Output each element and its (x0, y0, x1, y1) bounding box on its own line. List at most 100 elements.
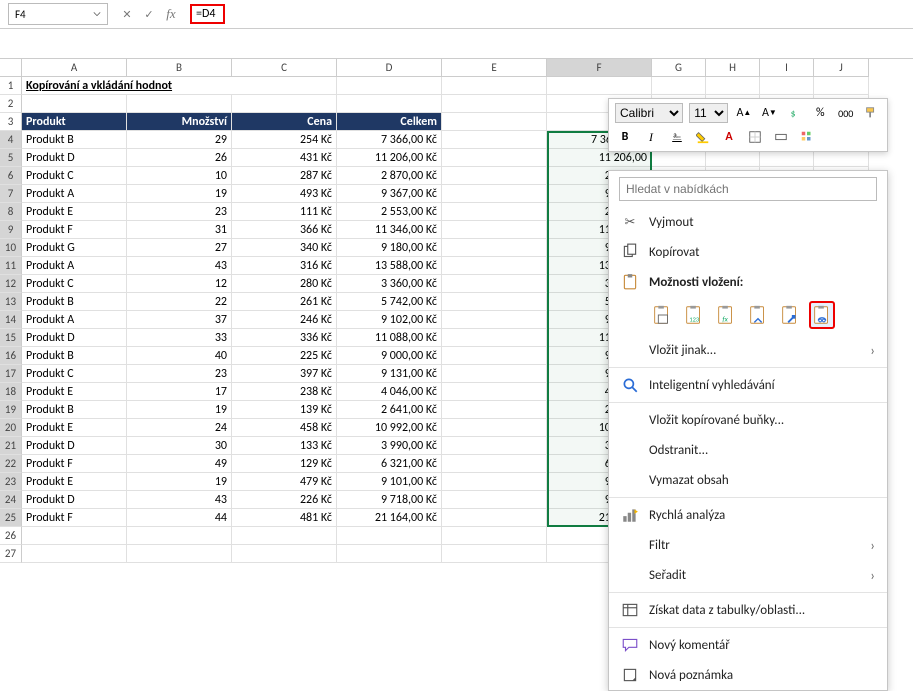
cell-price[interactable]: 316 Kč (232, 257, 337, 275)
cell-total[interactable]: 11 346,00 Kč (337, 221, 442, 239)
cell-qty[interactable]: 49 (127, 455, 232, 473)
cell-price[interactable]: 139 Kč (232, 401, 337, 419)
menu-filter[interactable]: Filtr› (609, 530, 887, 560)
name-box[interactable]: F4 (8, 3, 108, 25)
cell[interactable] (442, 473, 547, 491)
row-header-5[interactable]: 5 (0, 149, 22, 167)
cell-product[interactable]: Produkt F (22, 455, 127, 473)
decrease-font-button[interactable]: A▼ (760, 103, 779, 123)
cell-total[interactable]: 2 641,00 Kč (337, 401, 442, 419)
cell-product[interactable]: Produkt B (22, 131, 127, 149)
cancel-formula-button[interactable]: ✕ (118, 5, 136, 23)
cell-total[interactable]: 2 870,00 Kč (337, 167, 442, 185)
cell[interactable] (442, 545, 547, 563)
cell-price[interactable]: 246 Kč (232, 311, 337, 329)
row-header-15[interactable]: 15 (0, 329, 22, 347)
cell-product[interactable]: Produkt B (22, 293, 127, 311)
cell-total[interactable]: 11 088,00 Kč (337, 329, 442, 347)
cell[interactable] (22, 95, 127, 113)
cell-price[interactable]: 225 Kč (232, 347, 337, 365)
cell-qty[interactable]: 24 (127, 419, 232, 437)
cell-price[interactable]: 336 Kč (232, 329, 337, 347)
row-header-3[interactable]: 3 (0, 113, 22, 131)
cell-product[interactable]: Produkt D (22, 149, 127, 167)
cell[interactable] (442, 221, 547, 239)
cell-total[interactable]: 6 321,00 Kč (337, 455, 442, 473)
cell-price[interactable]: 366 Kč (232, 221, 337, 239)
cell[interactable] (127, 545, 232, 563)
cell-product[interactable]: Produkt A (22, 257, 127, 275)
cell[interactable] (442, 293, 547, 311)
row-header-25[interactable]: 25 (0, 509, 22, 527)
cell-total[interactable]: 2 553,00 Kč (337, 203, 442, 221)
hdr-price[interactable]: Cena (232, 113, 337, 131)
hdr-qty[interactable]: Množství (127, 113, 232, 131)
format-painter-button[interactable] (862, 103, 881, 123)
paste-default-button[interactable] (649, 301, 675, 329)
increase-font-button[interactable]: A▲ (734, 103, 753, 123)
row-header-10[interactable]: 10 (0, 239, 22, 257)
cell-price[interactable]: 493 Kč (232, 185, 337, 203)
row-header-21[interactable]: 21 (0, 437, 22, 455)
cell-product[interactable]: Produkt E (22, 419, 127, 437)
cell-product[interactable]: Produkt C (22, 365, 127, 383)
row-header-2[interactable]: 2 (0, 95, 22, 113)
cell-product[interactable]: Produkt F (22, 509, 127, 527)
cell[interactable] (232, 545, 337, 563)
borders-button[interactable] (745, 127, 765, 147)
cell-qty[interactable]: 44 (127, 509, 232, 527)
cell-qty[interactable]: 31 (127, 221, 232, 239)
cell-qty[interactable]: 10 (127, 167, 232, 185)
cell-product[interactable]: Produkt C (22, 167, 127, 185)
row-header-13[interactable]: 13 (0, 293, 22, 311)
cell[interactable] (22, 545, 127, 563)
percent-button[interactable]: % (811, 103, 830, 123)
cell-total[interactable]: 21 164,00 Kč (337, 509, 442, 527)
cell[interactable] (442, 509, 547, 527)
cell-total[interactable]: 4 046,00 Kč (337, 383, 442, 401)
row-header-27[interactable]: 27 (0, 545, 22, 563)
cell-qty[interactable]: 19 (127, 185, 232, 203)
cell-price[interactable]: 226 Kč (232, 491, 337, 509)
cell-price[interactable]: 254 Kč (232, 131, 337, 149)
cell[interactable] (337, 77, 442, 95)
menu-copy[interactable]: Kopírovat (609, 237, 887, 267)
cell[interactable] (442, 149, 547, 167)
cell[interactable] (127, 527, 232, 545)
accept-formula-button[interactable]: ✓ (140, 5, 158, 23)
cell[interactable] (442, 347, 547, 365)
menu-cut[interactable]: ✂ Vyjmout (609, 207, 887, 237)
row-header-26[interactable]: 26 (0, 527, 22, 545)
row-header-17[interactable]: 17 (0, 365, 22, 383)
col-header-F[interactable]: F (547, 59, 652, 77)
cell-total[interactable]: 5 742,00 Kč (337, 293, 442, 311)
cell-price[interactable]: 479 Kč (232, 473, 337, 491)
col-header-J[interactable]: J (814, 59, 869, 77)
currency-button[interactable]: $ (785, 103, 804, 123)
cell-qty[interactable]: 43 (127, 257, 232, 275)
cell[interactable] (337, 527, 442, 545)
cell-qty[interactable]: 33 (127, 329, 232, 347)
fx-button[interactable]: fx (162, 5, 180, 23)
row-header-24[interactable]: 24 (0, 491, 22, 509)
cell-qty[interactable]: 17 (127, 383, 232, 401)
cell[interactable] (232, 95, 337, 113)
cell[interactable] (127, 95, 232, 113)
row-header-6[interactable]: 6 (0, 167, 22, 185)
cell[interactable] (442, 275, 547, 293)
menu-sort[interactable]: Seřadit› (609, 560, 887, 590)
paste-formulas-button[interactable]: fx (713, 301, 739, 329)
cell[interactable] (442, 311, 547, 329)
cell[interactable] (442, 185, 547, 203)
cell[interactable] (442, 257, 547, 275)
cell[interactable] (442, 437, 547, 455)
cell[interactable] (232, 527, 337, 545)
cell[interactable] (337, 95, 442, 113)
font-size-select[interactable]: 11 (689, 103, 728, 123)
cell-total[interactable]: 9 000,00 Kč (337, 347, 442, 365)
cell[interactable] (337, 545, 442, 563)
row-header-12[interactable]: 12 (0, 275, 22, 293)
cell-qty[interactable]: 43 (127, 491, 232, 509)
cell[interactable] (442, 365, 547, 383)
col-header-E[interactable]: E (442, 59, 547, 77)
